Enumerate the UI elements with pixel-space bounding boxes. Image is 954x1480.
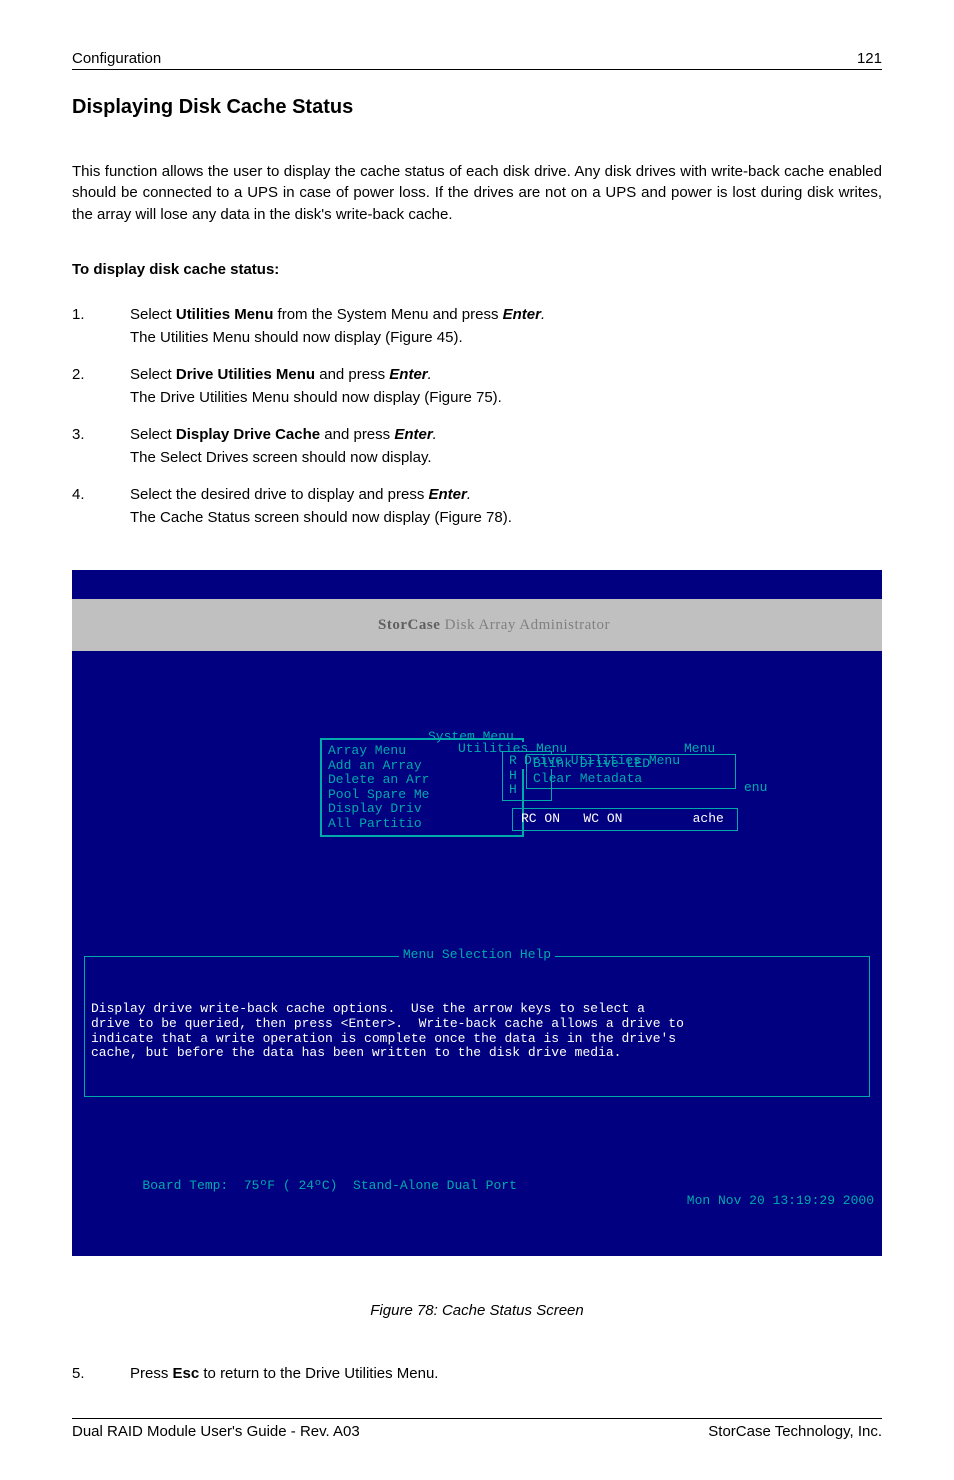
step-instruction: Select the desired drive to display and … [130,486,882,503]
figure-caption: Figure 78: Cache Status Screen [72,1302,882,1319]
step-number: 4. [72,486,130,540]
step-instruction: Select Display Drive Cache and press Ent… [130,426,882,443]
drive-utilities-menu: Blink Drive LED Clear Metadata [526,754,736,789]
step-1: 1. Select Utilities Menu from the System… [72,306,882,360]
help-text: Display drive write-back cache options. … [91,1002,863,1060]
step-result: The Drive Utilities Menu should now disp… [130,389,882,406]
running-footer: Dual RAID Module User's Guide - Rev. A03… [72,1423,882,1440]
status-left: Board Temp: 75ºF ( 24ºC) Stand-Alone Dua… [142,1178,516,1193]
step-number: 2. [72,366,130,420]
step-instruction: Select Drive Utilities Menu and press En… [130,366,882,383]
header-page-number: 121 [857,50,882,67]
help-box: Menu Selection Help Display drive write-… [84,956,870,1097]
step-instruction: Press Esc to return to the Drive Utiliti… [130,1365,882,1382]
step-result: The Cache Status screen should now displ… [130,509,882,526]
step-4: 4. Select the desired drive to display a… [72,486,882,540]
step-number: 3. [72,426,130,480]
step-3: 3. Select Display Drive Cache and press … [72,426,882,480]
menu-overlay-area: System Menu Array Menu Add an Array Dele… [236,738,796,848]
step-instruction: Select Utilities Menu from the System Me… [130,306,882,323]
terminal-body: System Menu Array Menu Add an Array Dele… [72,682,882,1133]
help-label: Menu Selection Help [399,948,555,963]
terminal-screen: StorCase Disk Array Administrator System… [72,570,882,1256]
header-left: Configuration [72,50,161,67]
enu-fragment: enu [744,781,767,796]
intro-paragraph: This function allows the user to display… [72,161,882,225]
status-clock: Mon Nov 20 13:19:29 2000 [687,1194,874,1209]
step-result: The Utilities Menu should now display (F… [130,329,882,346]
header-rule [72,69,882,70]
footer-right: StorCase Technology, Inc. [708,1423,882,1440]
terminal-title-brand: StorCase [378,617,440,633]
page: Configuration 121 Displaying Disk Cache … [0,0,954,1480]
terminal-title-bar: StorCase Disk Array Administrator [72,599,882,653]
terminal-figure: StorCase Disk Array Administrator System… [72,570,882,1256]
section-title: Displaying Disk Cache Status [72,96,882,119]
terminal-status-line: Board Temp: 75ºF ( 24ºC) Stand-Alone Dua… [72,1163,882,1227]
footer-left: Dual RAID Module User's Guide - Rev. A03 [72,1423,360,1440]
steps-list: 1. Select Utilities Menu from the System… [72,306,882,540]
running-header: Configuration 121 [72,50,882,67]
cache-status-box: RC ON WC ON ache [512,808,738,831]
step-result: The Select Drives screen should now disp… [130,449,882,466]
footer-rule [72,1418,882,1419]
step-2: 2. Select Drive Utilities Menu and press… [72,366,882,420]
procedure-heading: To display disk cache status: [72,261,882,278]
step-number: 1. [72,306,130,360]
terminal-title-rest: Disk Array Administrator [440,617,610,633]
